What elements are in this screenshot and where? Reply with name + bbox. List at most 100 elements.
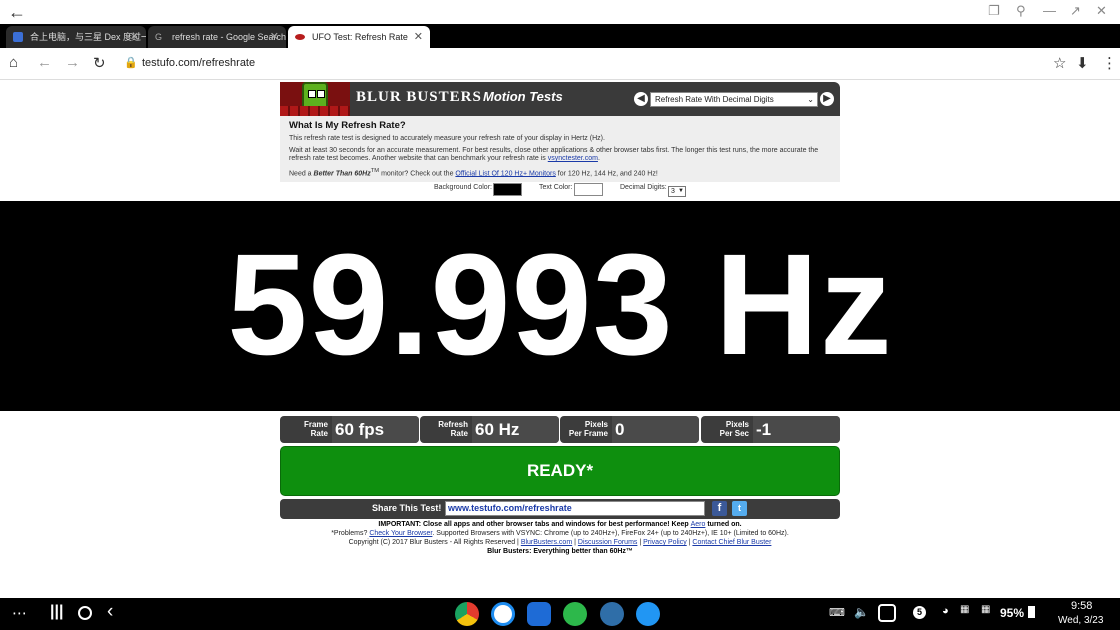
problems-note: *Problems? Check Your Browser. Supported… — [280, 529, 840, 538]
info-emphasis: Better Than 60Hz — [313, 169, 371, 177]
test-select-dropdown[interactable]: Refresh Rate With Decimal Digits ⌄ — [650, 92, 818, 107]
bookmark-star-icon[interactable]: ☆ — [1053, 54, 1066, 72]
window-switch-icon[interactable]: ❐ — [988, 3, 1000, 19]
prev-test-icon[interactable]: ◀ — [634, 92, 648, 106]
refresh-rate-stat: Refresh Rate 60 Hz — [420, 416, 559, 443]
send-app-icon[interactable] — [636, 602, 660, 626]
chevron-down-icon: ▼ — [678, 188, 684, 194]
footer-text: Blur Busters: Everything better than 60H… — [487, 548, 633, 555]
ufo-favicon-icon — [295, 34, 305, 40]
ready-status-button[interactable]: READY* — [280, 446, 840, 496]
chevron-down-icon: ⌄ — [807, 95, 814, 104]
important-note: IMPORTANT: Close all apps and other brow… — [280, 520, 840, 529]
check-browser-link[interactable]: Check Your Browser — [369, 530, 432, 537]
share-url-field[interactable]: www.testufo.com/refreshrate — [445, 501, 705, 516]
screenshot-icon[interactable] — [878, 604, 896, 622]
privacy-link[interactable]: Privacy Policy — [643, 539, 687, 546]
back-arrow-icon[interactable]: ← — [8, 2, 26, 23]
wechat-app-icon[interactable] — [563, 602, 587, 626]
keyboard-icon[interactable]: ⌨ — [829, 606, 845, 619]
vsynctester-link[interactable]: vsynctester.com — [548, 155, 598, 162]
tab-title: UFO Test: Refresh Rate — [312, 32, 408, 42]
wifi-icon: ◕ — [942, 605, 949, 617]
contact-link[interactable]: Contact Chief Blur Buster — [692, 539, 771, 546]
decimal-digits-select[interactable]: 3 ▼ — [668, 186, 686, 197]
bird-app-icon[interactable] — [491, 602, 515, 626]
next-test-icon[interactable]: ▶ — [820, 92, 834, 106]
info-text: Need a — [289, 169, 314, 177]
apps-grid-icon[interactable]: ⋯ — [12, 604, 27, 622]
volume-icon[interactable]: 🔈 — [854, 605, 869, 619]
forward-icon[interactable]: → — [65, 54, 80, 71]
site-title[interactable]: BLUR BUSTERS — [356, 89, 482, 106]
stat-value: 0 — [612, 416, 699, 443]
refresh-rate-value: 59.993 Hz — [227, 224, 893, 385]
pin-icon[interactable]: ⚲ — [1016, 3, 1026, 19]
tab-title: 合上电脑，与三星 Dex 度过一… — [30, 32, 146, 42]
tab-samsung-dex[interactable]: 合上电脑，与三星 Dex 度过一… ✕ — [6, 26, 146, 48]
tagline: Blur Busters: Everything better than 60H… — [280, 547, 840, 556]
logo-floor — [280, 106, 350, 116]
text-color-picker[interactable] — [574, 183, 603, 196]
blurbusters-link[interactable]: BlurBusters.com — [521, 539, 572, 546]
close-tab-icon[interactable]: ✕ — [130, 26, 139, 48]
tab-strip: 合上电脑，与三星 Dex 度过一… ✕ G refresh rate - Goo… — [0, 24, 1120, 68]
tab-google-search[interactable]: G refresh rate - Google Search ✕ — [148, 26, 286, 48]
facebook-icon[interactable]: f — [712, 501, 727, 516]
url-text[interactable]: testufo.com/refreshrate — [142, 57, 255, 69]
star-app-icon[interactable] — [527, 602, 551, 626]
home-icon[interactable]: ⌂ — [9, 54, 18, 71]
tab-ufo-test[interactable]: UFO Test: Refresh Rate ✕ — [288, 26, 430, 48]
clock-time: 9:58 — [1071, 600, 1093, 612]
close-tab-icon[interactable]: ✕ — [270, 26, 279, 48]
back-nav-icon[interactable]: ‹ — [107, 601, 113, 623]
download-icon[interactable]: ⬇ — [1076, 54, 1089, 72]
stat-value: 60 fps — [332, 416, 419, 443]
chrome-app-icon[interactable] — [455, 602, 479, 626]
trademark: TM — [370, 167, 380, 174]
menu-kebab-icon[interactable]: ⋮ — [1102, 54, 1117, 72]
forums-link[interactable]: Discussion Forums — [578, 539, 638, 546]
doc-favicon-icon — [13, 32, 23, 42]
lock-icon: 🔒 — [124, 57, 138, 69]
twitter-icon[interactable]: t — [732, 501, 747, 516]
address-bar[interactable]: 🔒 testufo.com/refreshrate — [116, 52, 1082, 76]
battery-icon — [1028, 606, 1035, 618]
penguin-app-icon[interactable] — [600, 602, 624, 626]
bg-color-picker[interactable] — [493, 183, 522, 196]
footer-text: IMPORTANT: Close all apps and other brow… — [378, 521, 691, 528]
home-circle-icon[interactable] — [78, 606, 92, 620]
site-subtitle: Motion Tests — [483, 89, 563, 104]
reload-icon[interactable]: ↻ — [93, 54, 106, 72]
stat-label: Refresh Rate — [438, 420, 468, 438]
monitors-list-link[interactable]: Official List Of 120 Hz+ Monitors — [455, 170, 555, 177]
info-paragraph-1: This refresh rate test is designed to ac… — [289, 135, 605, 142]
share-bar: Share This Test! www.testufo.com/refresh… — [280, 499, 840, 519]
footer-text: turned on. — [705, 521, 742, 528]
battery-percent: 95% — [1000, 606, 1025, 620]
recents-icon[interactable]: ||| — [50, 603, 63, 621]
close-window-icon[interactable]: ✕ — [1096, 3, 1107, 19]
browser-toolbar: ⌂ ← → ↻ 🔒 testufo.com/refreshrate ☆ ⬇ ⋮ — [0, 48, 1120, 80]
info-text: for 120 Hz, 144 Hz, and 240 Hz! — [555, 169, 658, 177]
stat-value: -1 — [753, 416, 840, 443]
pixels-per-frame-stat: Pixels Per Frame 0 — [560, 416, 699, 443]
stat-label: Pixels Per Sec — [719, 420, 749, 438]
close-tab-icon[interactable]: ✕ — [414, 26, 423, 48]
footer-text: Copyright (C) 2017 Blur Busters - All Ri… — [348, 539, 521, 546]
info-paragraph-3: Need a Better Than 60HzTM monitor? Check… — [289, 167, 831, 179]
pixels-per-sec-stat: Pixels Per Sec -1 — [701, 416, 840, 443]
signal-2-icon: ▦ — [981, 604, 991, 615]
notification-count-badge[interactable]: 5 — [913, 606, 926, 619]
window-titlebar: ← ❐ ⚲ — ↗ ✕ — [0, 0, 1120, 24]
refresh-rate-display: 59.993 Hz — [0, 201, 1120, 411]
aero-link[interactable]: Aero — [691, 521, 706, 528]
copyright-line: Copyright (C) 2017 Blur Busters - All Ri… — [280, 538, 840, 547]
signal-1-icon: ▦ — [960, 604, 970, 615]
minimize-icon[interactable]: — — [1043, 3, 1056, 18]
info-text: . — [597, 155, 600, 162]
back-icon[interactable]: ← — [37, 54, 52, 71]
ufo-alien-logo[interactable] — [280, 82, 350, 116]
stat-label: Pixels Per Frame — [568, 420, 608, 438]
restore-icon[interactable]: ↗ — [1070, 3, 1081, 19]
